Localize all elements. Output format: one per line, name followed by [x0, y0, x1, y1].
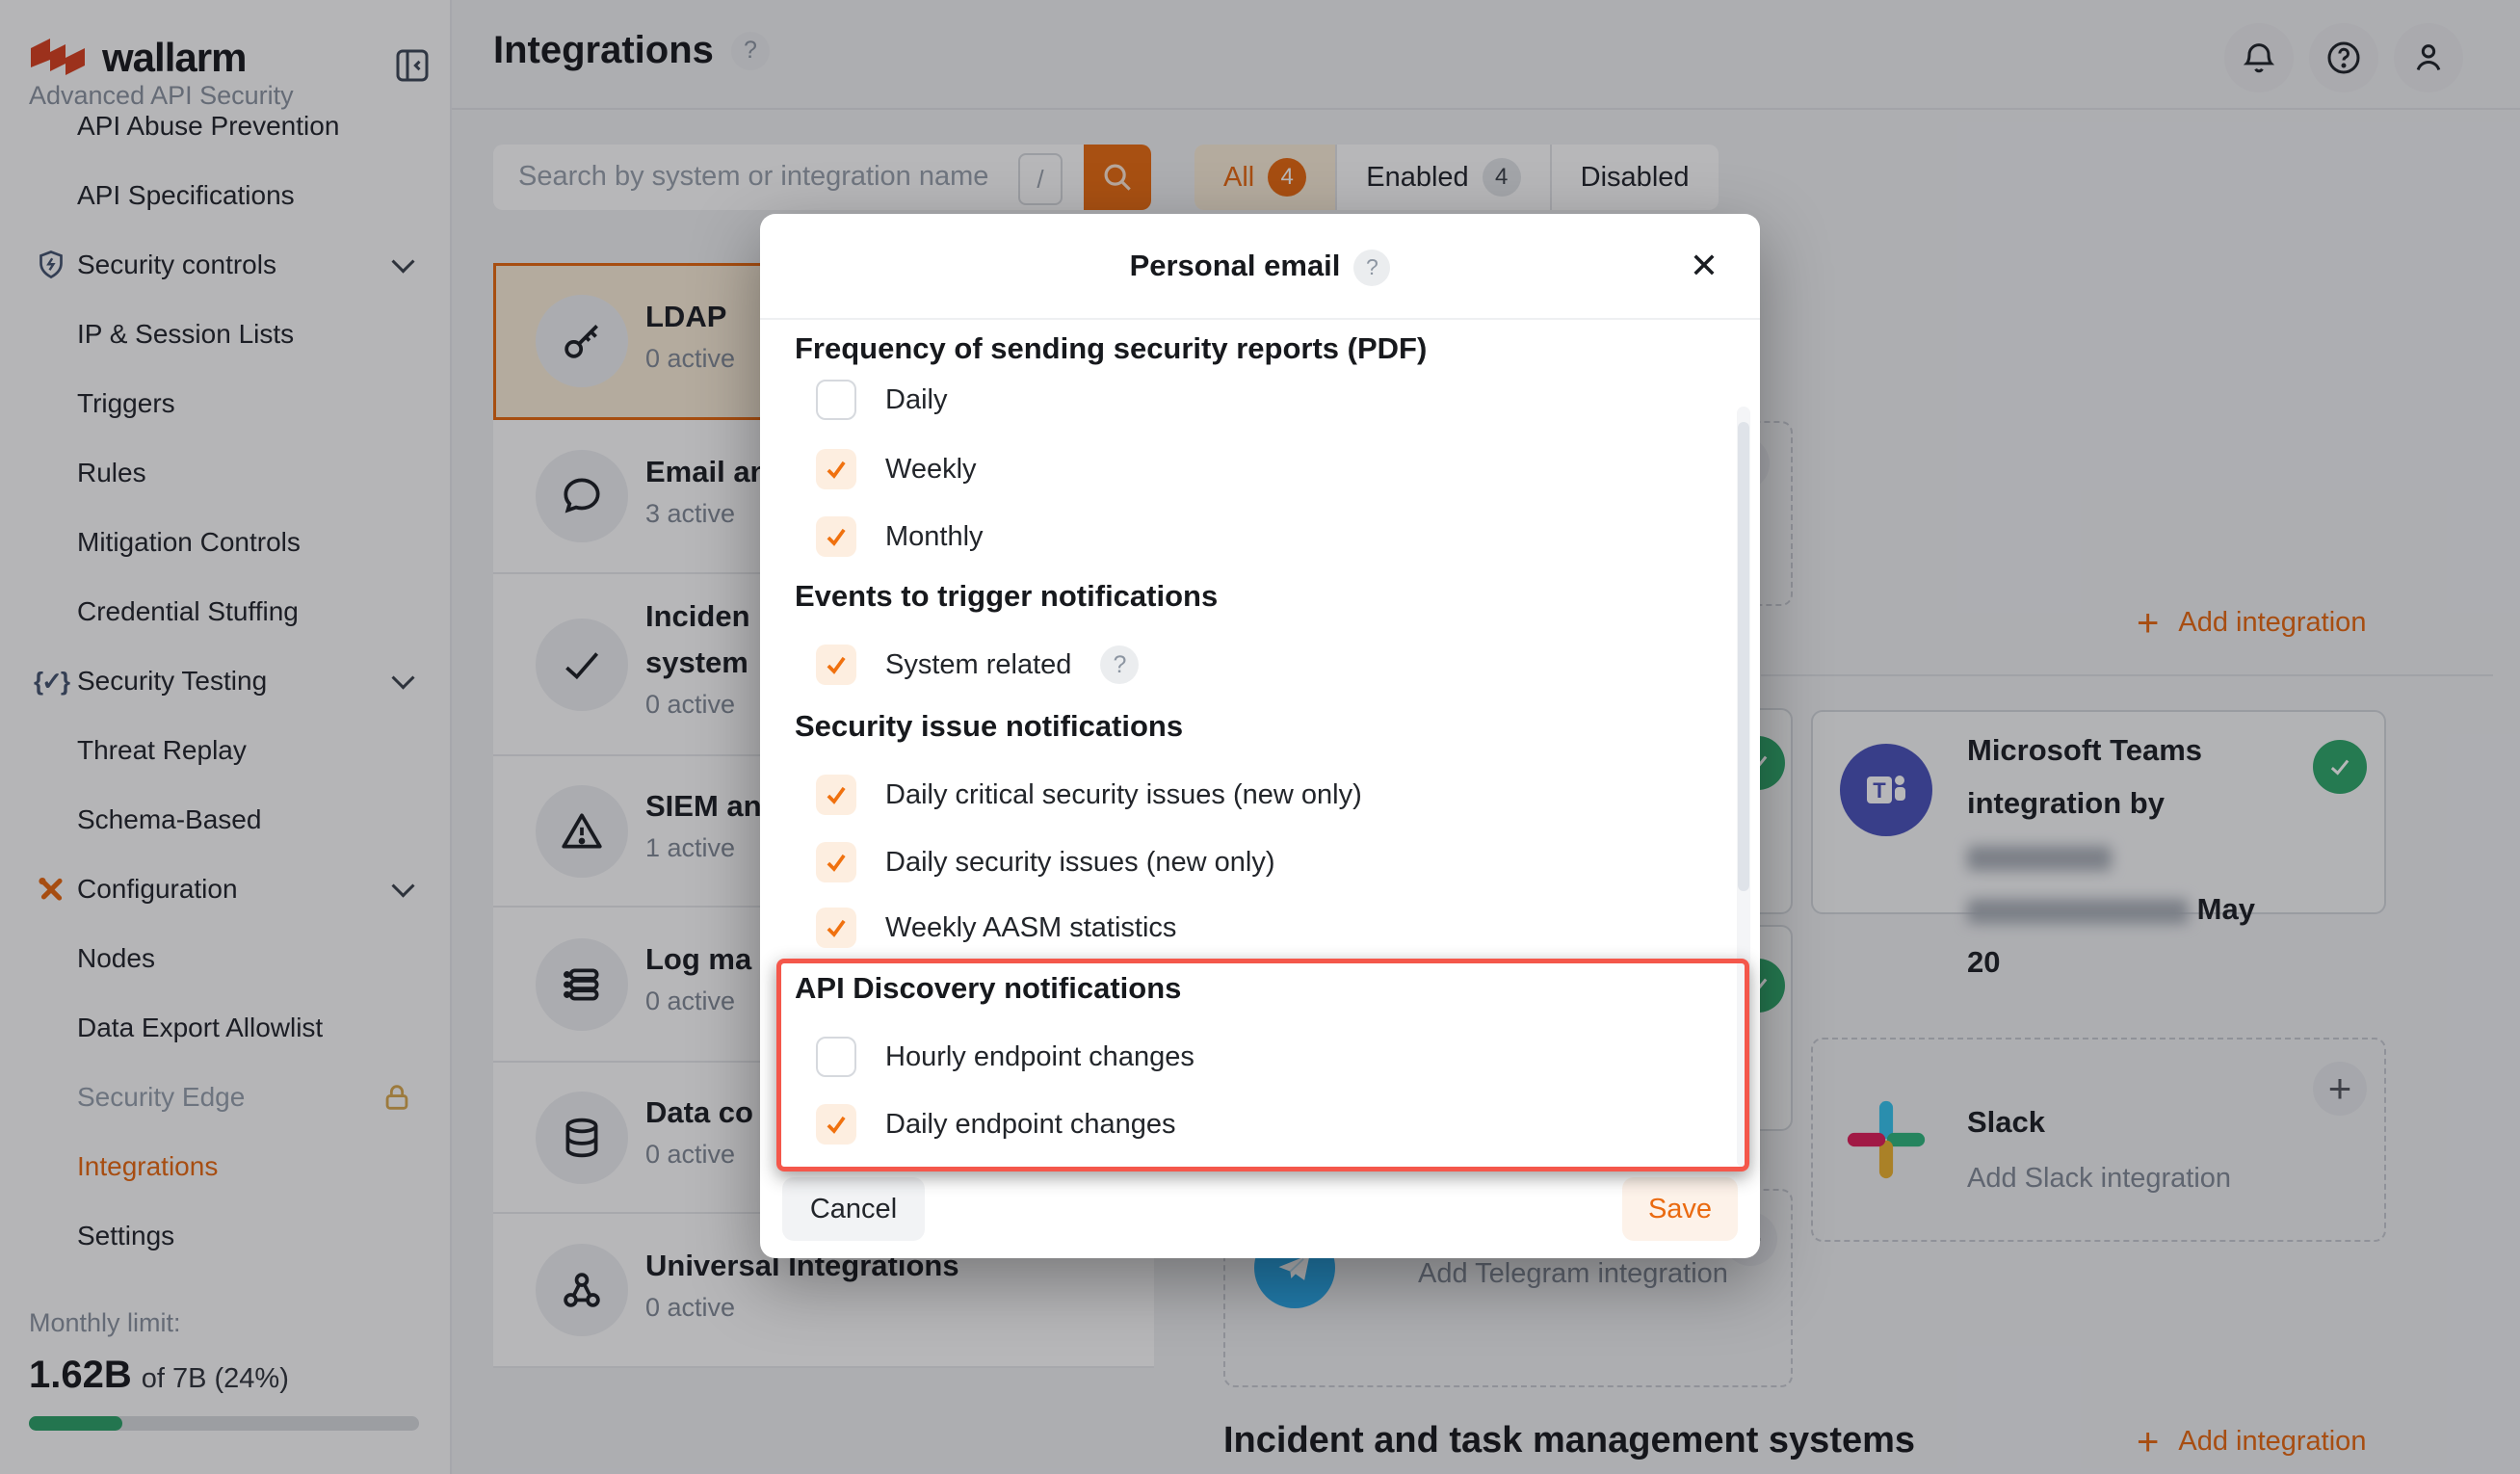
checkbox-label: Weekly — [885, 454, 977, 486]
checkbox-label: Daily security issues (new only) — [885, 847, 1275, 879]
checkbox-row-hourly-endpoint[interactable]: Hourly endpoint changes — [816, 1037, 1194, 1077]
checkbox-row-daily-endpoint[interactable]: Daily endpoint changes — [816, 1104, 1175, 1145]
personal-email-modal: Personal email? ✕ Frequency of sending s… — [760, 214, 1760, 1258]
checkbox-row-daily[interactable]: Daily — [816, 380, 947, 420]
checkbox-checked[interactable] — [816, 775, 856, 815]
checkbox-label: Weekly AASM statistics — [885, 912, 1176, 944]
checkbox-row-daily-security[interactable]: Daily security issues (new only) — [816, 842, 1275, 882]
checkbox-label: Daily — [885, 384, 947, 416]
modal-title: Personal email? — [760, 249, 1760, 286]
checkbox-checked[interactable] — [816, 908, 856, 948]
checkbox-label: System related — [885, 649, 1071, 681]
checkbox-row-weekly[interactable]: Weekly — [816, 449, 977, 489]
option-help-icon[interactable]: ? — [1100, 645, 1139, 684]
modal-help-icon[interactable]: ? — [1353, 250, 1390, 286]
modal-section-heading: Events to trigger notifications — [795, 579, 1218, 614]
modal-section-heading: Security issue notifications — [795, 709, 1183, 744]
checkbox-label: Daily endpoint changes — [885, 1109, 1175, 1141]
checkbox-row-weekly-aasm[interactable]: Weekly AASM statistics — [816, 908, 1176, 948]
app-window: API Abuse Prevention API Specifications … — [0, 0, 2520, 1474]
modal-scrollbar-thumb[interactable] — [1738, 422, 1749, 891]
checkbox-checked[interactable] — [816, 516, 856, 557]
checkbox-row-monthly[interactable]: Monthly — [816, 516, 984, 557]
cancel-button[interactable]: Cancel — [782, 1177, 925, 1241]
checkbox-row-system-related[interactable]: System related ? — [816, 645, 1139, 685]
checkbox-checked[interactable] — [816, 645, 856, 685]
checkbox-checked[interactable] — [816, 449, 856, 489]
checkbox-unchecked[interactable] — [816, 1037, 856, 1077]
checkbox-label: Hourly endpoint changes — [885, 1041, 1194, 1073]
checkbox-label: Monthly — [885, 521, 984, 553]
modal-header-divider — [760, 318, 1760, 320]
checkbox-unchecked[interactable] — [816, 380, 856, 420]
checkbox-checked[interactable] — [816, 1104, 856, 1145]
close-icon[interactable]: ✕ — [1681, 243, 1727, 289]
save-button[interactable]: Save — [1622, 1177, 1738, 1241]
modal-section-heading: Frequency of sending security reports (P… — [795, 331, 1427, 366]
checkbox-row-daily-critical[interactable]: Daily critical security issues (new only… — [816, 775, 1362, 815]
checkbox-label: Daily critical security issues (new only… — [885, 779, 1362, 811]
checkbox-checked[interactable] — [816, 842, 856, 882]
modal-section-heading: API Discovery notifications — [795, 971, 1181, 1006]
